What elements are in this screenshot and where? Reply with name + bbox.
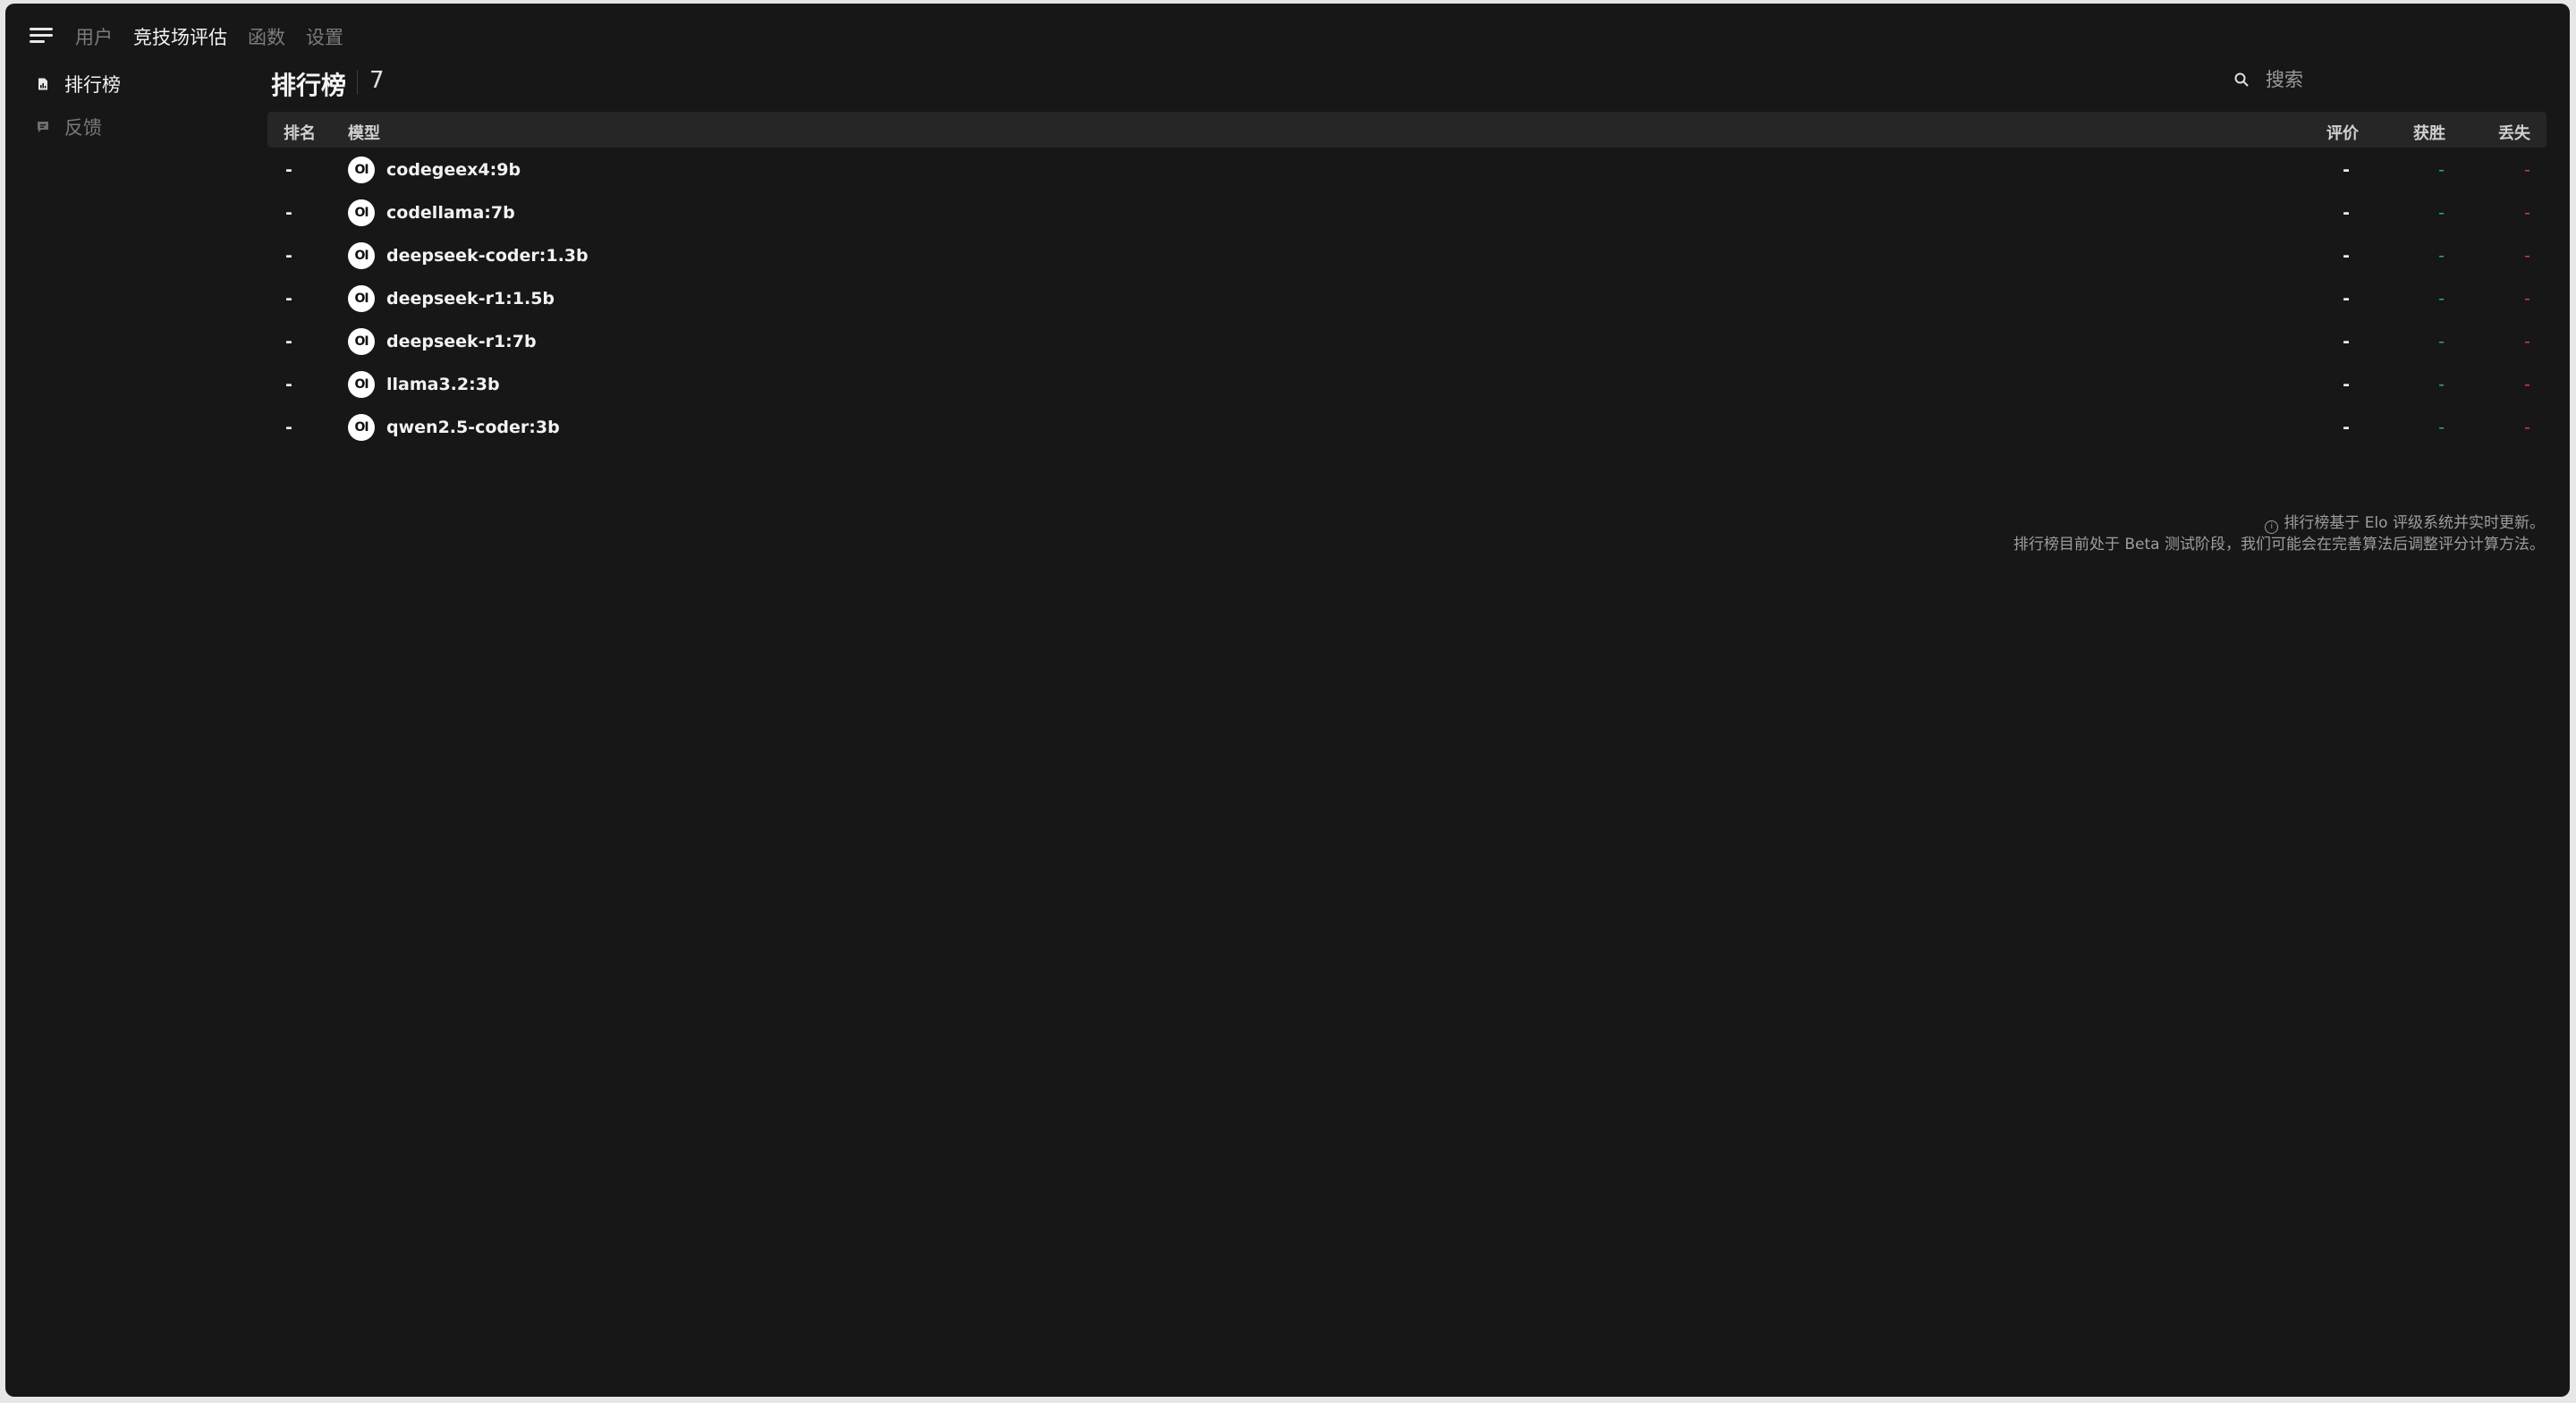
model-name: codegeex4:9b [386, 160, 521, 180]
model-cell: OI deepseek-r1:1.5b [348, 285, 555, 312]
column-header-model[interactable]: 模型 [348, 121, 380, 144]
won-cell: - [2438, 375, 2445, 394]
sidebar-item-label: 反馈 [64, 117, 102, 139]
model-name: deepseek-r1:7b [386, 332, 537, 351]
table-row[interactable]: - OI qwen2.5-coder:3b - - - [267, 405, 2546, 448]
sidebar: 排行榜 反馈 [32, 63, 238, 148]
search-icon [2234, 72, 2249, 87]
rank-cell: - [285, 246, 292, 266]
model-avatar: OI [348, 199, 375, 226]
lost-cell: - [2524, 375, 2530, 394]
lost-cell: - [2524, 160, 2530, 180]
document-chart-icon [38, 78, 47, 90]
rating-cell: - [2343, 289, 2350, 308]
model-avatar: OI [348, 371, 375, 398]
lost-cell: - [2524, 246, 2530, 266]
model-cell: OI qwen2.5-coder:3b [348, 414, 560, 441]
title-divider [357, 70, 358, 95]
table-row[interactable]: - OI codegeex4:9b - - - [267, 148, 2546, 190]
model-cell: OI llama3.2:3b [348, 371, 500, 398]
table-row[interactable]: - OI deepseek-r1:1.5b - - - [267, 276, 2546, 319]
model-avatar: OI [348, 414, 375, 441]
search-bar [2233, 64, 2536, 95]
model-cell: OI codellama:7b [348, 199, 515, 226]
rating-cell: - [2343, 418, 2350, 437]
table-row[interactable]: - OI llama3.2:3b - - - [267, 362, 2546, 405]
model-name: deepseek-r1:1.5b [386, 289, 555, 308]
tab-settings[interactable]: 设置 [306, 23, 343, 50]
model-avatar: OI [348, 285, 375, 312]
tab-functions[interactable]: 函数 [248, 23, 285, 50]
sidebar-item-label: 排行榜 [64, 74, 121, 96]
won-cell: - [2438, 160, 2445, 180]
info-icon: i [2265, 520, 2279, 534]
rank-cell: - [285, 203, 292, 223]
table-header: 排名 模型 评价 获胜 丢失 [267, 112, 2546, 148]
lost-cell: - [2524, 203, 2530, 223]
model-count: 7 [369, 67, 385, 94]
won-cell: - [2438, 332, 2445, 351]
sidebar-item-feedback[interactable]: 反馈 [32, 106, 238, 148]
won-cell: - [2438, 203, 2445, 223]
model-cell: OI deepseek-r1:7b [348, 328, 537, 355]
tab-arena-evaluation[interactable]: 竞技场评估 [133, 23, 227, 50]
rating-cell: - [2343, 375, 2350, 394]
rank-cell: - [285, 289, 292, 308]
model-avatar: OI [348, 156, 375, 183]
won-cell: - [2438, 418, 2445, 437]
footnote-text-2: 排行榜目前处于 Beta 测试阶段，我们可能会在完善算法后调整评分计算方法。 [2012, 536, 2545, 554]
chat-bubble-icon [38, 122, 48, 132]
model-avatar: OI [348, 242, 375, 269]
tab-users[interactable]: 用户 [75, 23, 113, 50]
menu-icon[interactable] [30, 24, 55, 46]
model-cell: OI deepseek-coder:1.3b [348, 242, 589, 269]
lost-cell: - [2524, 332, 2530, 351]
rating-cell: - [2343, 160, 2350, 180]
rank-cell: - [285, 160, 292, 180]
rank-cell: - [285, 332, 292, 351]
search-input[interactable] [2264, 68, 2536, 91]
won-cell: - [2438, 289, 2445, 308]
model-cell: OI codegeex4:9b [348, 156, 521, 183]
rating-cell: - [2343, 203, 2350, 223]
footnote-line-1: i 排行榜基于 Elo 评级系统并实时更新。 [2013, 512, 2545, 534]
lost-cell: - [2524, 418, 2530, 437]
main-content: 排行榜 7 排名 模型 评价 获胜 丢失 - O [262, 57, 2552, 554]
nav-tabs: 用户 竞技场评估 函数 设置 [75, 23, 343, 50]
model-name: llama3.2:3b [386, 375, 500, 394]
table-row[interactable]: - OI codellama:7b - - - [267, 190, 2546, 233]
column-header-rating[interactable]: 评价 [2326, 121, 2359, 144]
model-name: qwen2.5-coder:3b [386, 418, 560, 437]
rating-cell: - [2343, 332, 2350, 351]
column-header-lost[interactable]: 丢失 [2498, 121, 2530, 144]
column-header-rank[interactable]: 排名 [284, 121, 316, 144]
lost-cell: - [2524, 289, 2530, 308]
won-cell: - [2438, 246, 2445, 266]
model-avatar: OI [348, 328, 375, 355]
sidebar-item-leaderboard[interactable]: 排行榜 [32, 63, 238, 106]
leaderboard-table: 排名 模型 评价 获胜 丢失 - OI codegeex4:9b - - - - [267, 112, 2546, 554]
page-title: 排行榜 [271, 71, 347, 100]
table-row[interactable]: - OI deepseek-r1:7b - - - [267, 319, 2546, 362]
title-row: 排行榜 7 [262, 57, 2552, 104]
rank-cell: - [285, 418, 292, 437]
rank-cell: - [285, 375, 292, 394]
leaderboard-footnote: i 排行榜基于 Elo 评级系统并实时更新。 排行榜目前处于 Beta 测试阶段，… [2013, 512, 2545, 555]
model-name: deepseek-coder:1.3b [386, 246, 589, 266]
column-header-won[interactable]: 获胜 [2413, 121, 2445, 144]
table-row[interactable]: - OI deepseek-coder:1.3b - - - [267, 233, 2546, 276]
app-window: 用户 竞技场评估 函数 设置 排行榜 反馈 排行榜 7 搜索 排名 模型 评价 … [5, 4, 2570, 1397]
model-name: codellama:7b [386, 203, 515, 223]
footnote-text-1: 排行榜基于 Elo 评级系统并实时更新。 [2284, 514, 2545, 532]
rating-cell: - [2343, 246, 2350, 266]
